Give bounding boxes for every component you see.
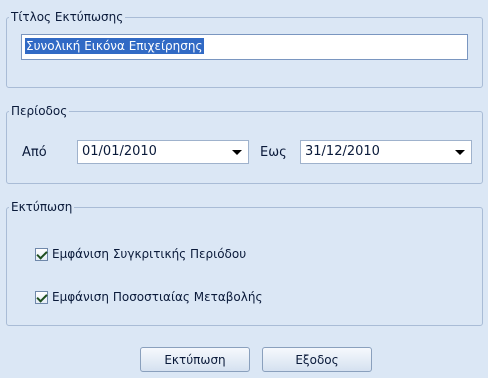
print-dialog: Τίτλος Εκτύπωσης Συνολική Εικόνα Επιχείρ… [0, 0, 488, 378]
check-icon [36, 290, 48, 303]
to-date-value: 31/12/2010 [305, 144, 380, 159]
from-date-value: 01/01/2010 [82, 144, 157, 159]
print-title-value: Συνολική Εικόνα Επιχείρησης [25, 38, 204, 54]
percent-change-checkbox[interactable] [35, 290, 48, 304]
to-date-select[interactable]: 31/12/2010 [300, 140, 472, 164]
from-label: Από [22, 145, 47, 160]
title-group-legend: Τίτλος Εκτύπωσης [11, 10, 124, 24]
to-label: Εως [260, 145, 287, 160]
compare-period-option[interactable]: Εμφάνιση Συγκριτικής Περιόδου [35, 246, 246, 262]
percent-change-option[interactable]: Εμφάνιση Ποσοστιαίας Μεταβολής [35, 289, 263, 305]
compare-period-label: Εμφάνιση Συγκριτικής Περιόδου [52, 247, 247, 261]
period-group: Περίοδος Από 01/01/2010 Εως 31/12/2010 [6, 104, 483, 184]
print-options-legend: Εκτύπωση [11, 200, 73, 214]
chevron-down-icon [455, 150, 465, 155]
title-group: Τίτλος Εκτύπωσης Συνολική Εικόνα Επιχείρ… [6, 10, 483, 88]
exit-button[interactable]: Εξοδος [262, 347, 372, 372]
period-group-legend: Περίοδος [11, 104, 68, 118]
chevron-down-icon [232, 150, 242, 155]
check-icon [36, 247, 48, 260]
from-date-select[interactable]: 01/01/2010 [77, 140, 249, 164]
print-options-group: Εκτύπωση Εμφάνιση Συγκριτικής Περιόδου Ε… [6, 200, 483, 326]
print-button[interactable]: Εκτύπωση [140, 347, 250, 372]
print-title-input[interactable]: Συνολική Εικόνα Επιχείρησης [21, 34, 468, 60]
percent-change-label: Εμφάνιση Ποσοστιαίας Μεταβολής [52, 290, 263, 304]
compare-period-checkbox[interactable] [35, 247, 48, 261]
